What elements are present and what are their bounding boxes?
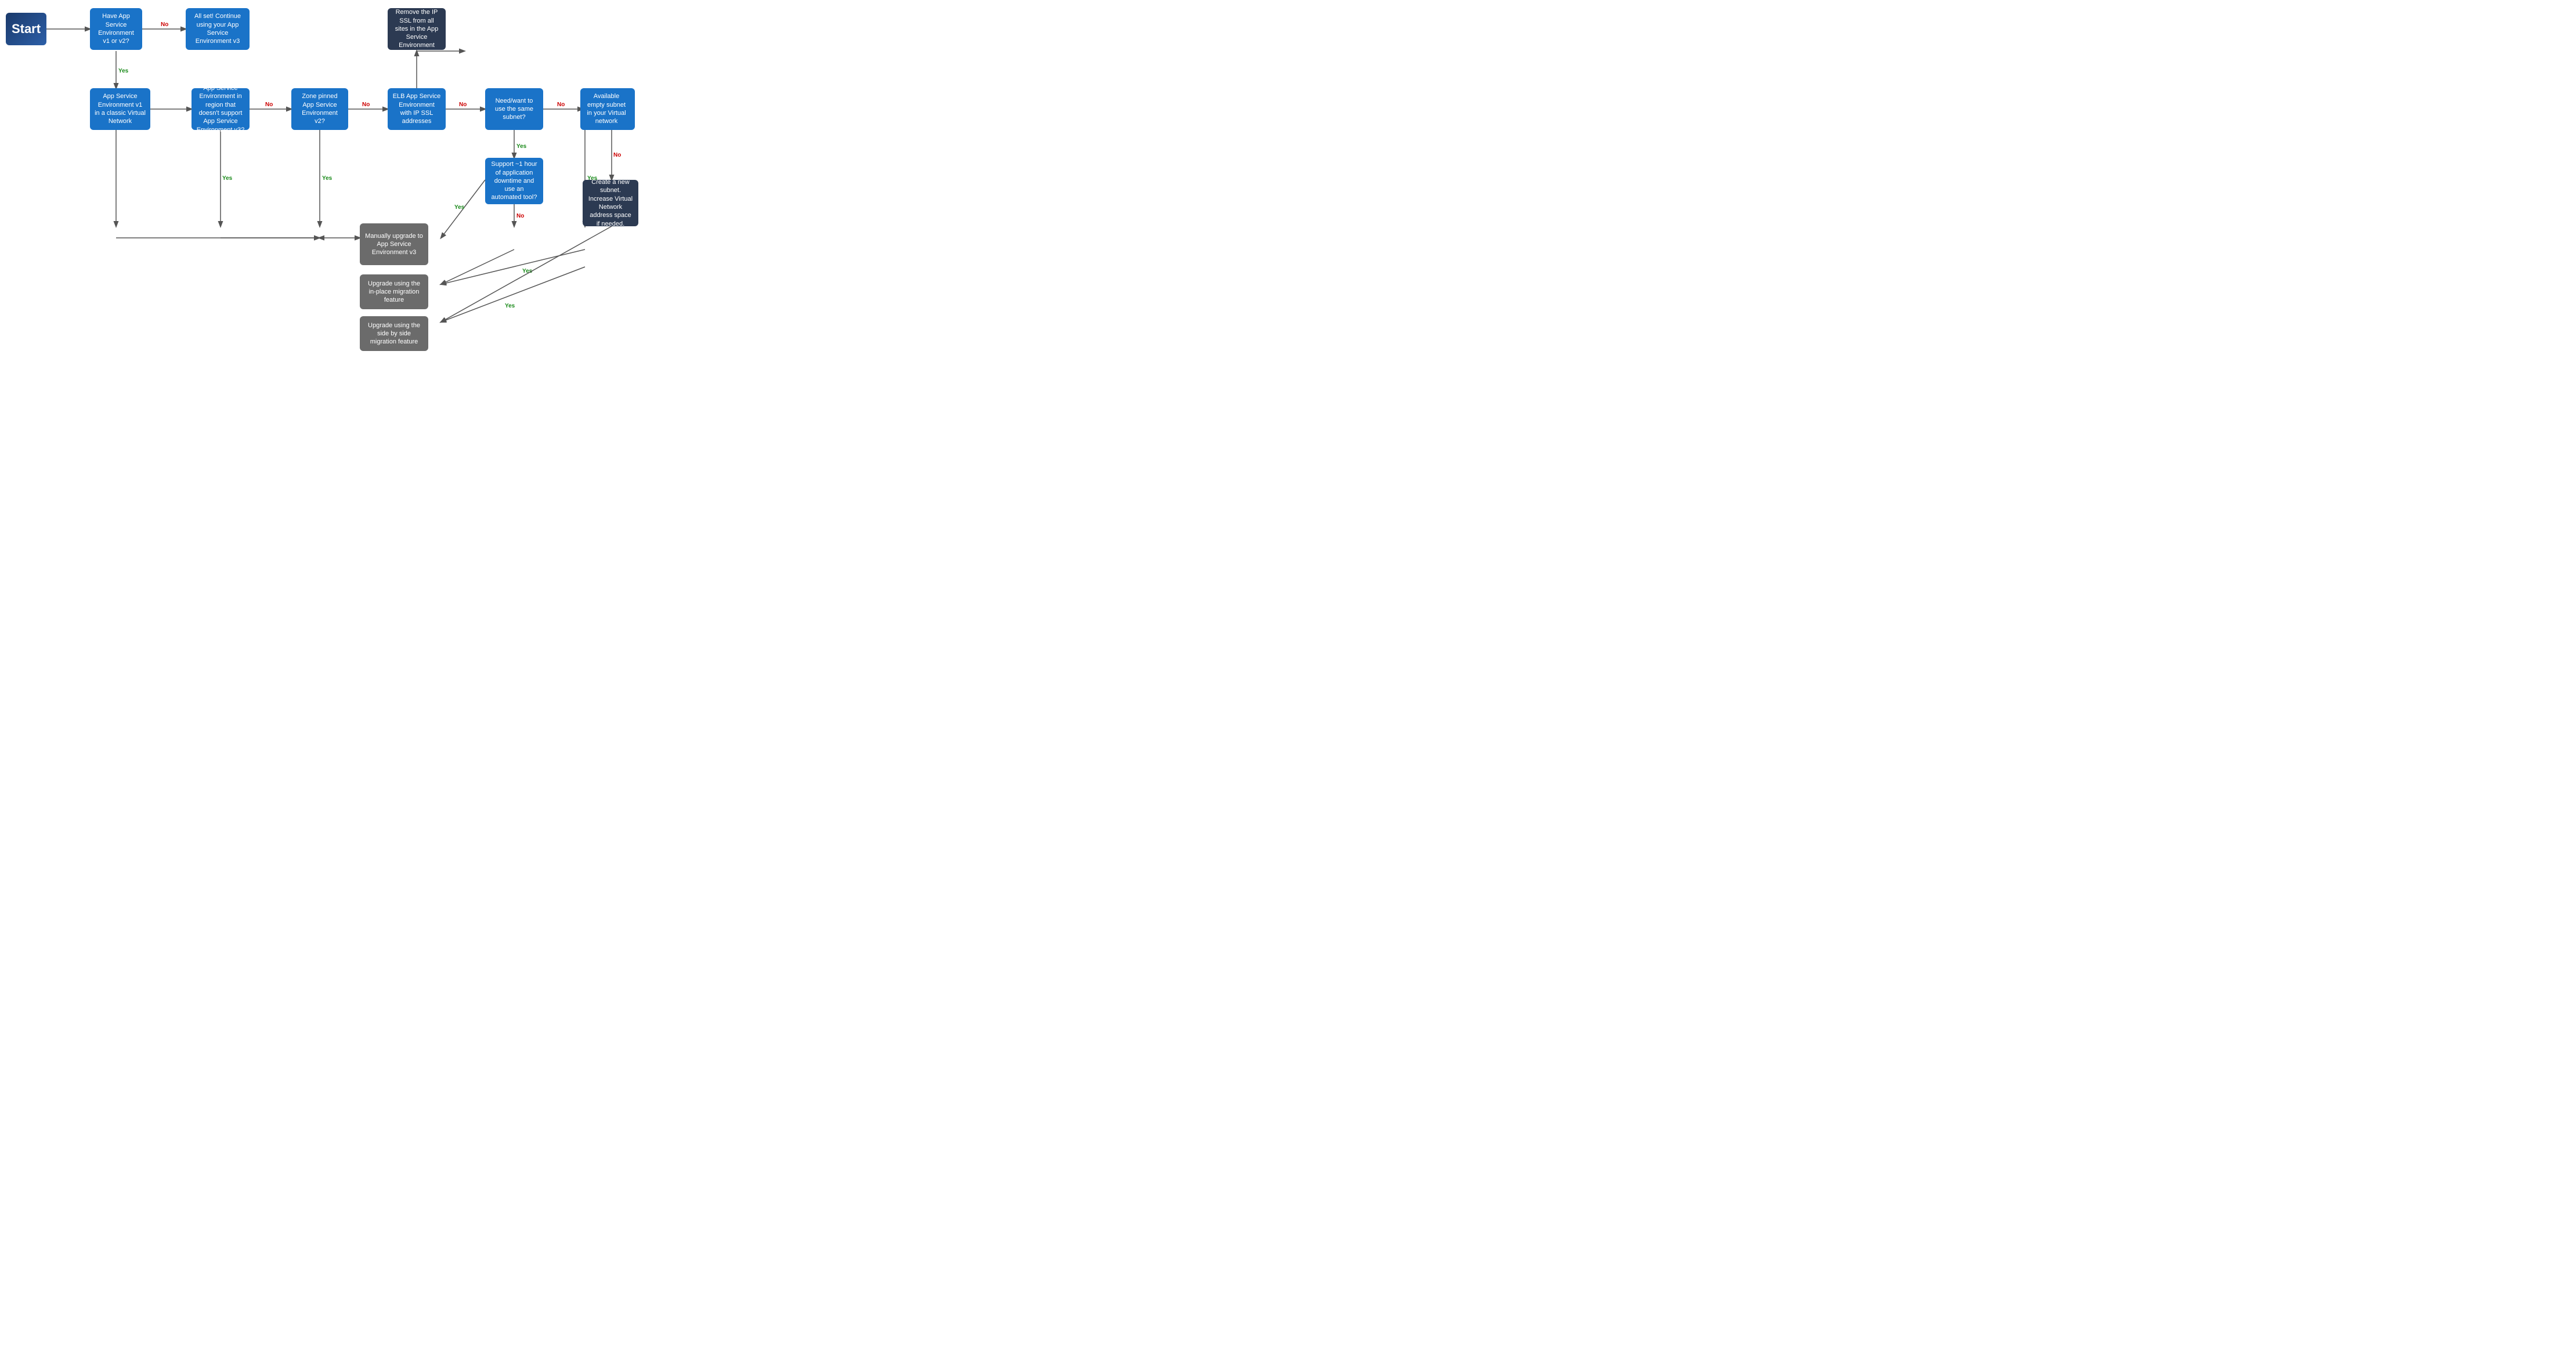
node-ase-version-question: Have App Service Environment v1 or v2? <box>90 8 142 50</box>
node-sidebyside-upgrade: Upgrade using the side by side migration… <box>360 316 428 351</box>
svg-text:Yes: Yes <box>505 303 515 309</box>
svg-text:No: No <box>161 21 168 28</box>
svg-text:No: No <box>459 102 467 108</box>
node-ase-v1-classic: App Service Environment v1 in a classic … <box>90 88 150 130</box>
node-inplace-upgrade: Upgrade using the in-place migration fea… <box>360 274 428 309</box>
svg-text:Yes: Yes <box>322 175 333 182</box>
start-node: Start <box>6 13 46 45</box>
svg-text:Yes: Yes <box>516 143 527 150</box>
node-create-subnet: Create a new subnet. Increase Virtual Ne… <box>583 180 638 226</box>
svg-text:No: No <box>362 102 370 108</box>
arrows-layer: No Yes No Yes No Yes Yes No No Yes <box>0 0 644 360</box>
svg-text:No: No <box>557 102 565 108</box>
flowchart-diagram: No Yes No Yes No Yes Yes No No Yes <box>0 0 644 360</box>
node-downtime-question: Support ~1 hour of application downtime … <box>485 158 543 204</box>
svg-text:No: No <box>613 152 621 158</box>
node-same-subnet-question: Need/want to use the same subnet? <box>485 88 543 130</box>
svg-text:Yes: Yes <box>118 68 129 74</box>
svg-text:No: No <box>265 102 273 108</box>
node-manually-upgrade: Manually upgrade to App Service Environm… <box>360 223 428 265</box>
node-zone-pinned-question: Zone pinned App Service Environment v2? <box>291 88 348 130</box>
node-remove-ip-ssl: Remove the IP SSL from all sites in the … <box>388 8 446 50</box>
node-elb-ase-question: ELB App Service Environment with IP SSL … <box>388 88 446 130</box>
svg-text:No: No <box>516 213 524 219</box>
svg-text:Yes: Yes <box>454 204 465 211</box>
svg-text:Yes: Yes <box>522 268 533 274</box>
node-all-set: All set! Continue using your App Service… <box>186 8 250 50</box>
node-ase-region-question: App Service Environment in region that d… <box>192 88 250 130</box>
node-available-subnet: Available empty subnet in your Virtual n… <box>580 88 633 130</box>
svg-text:Yes: Yes <box>222 175 233 182</box>
